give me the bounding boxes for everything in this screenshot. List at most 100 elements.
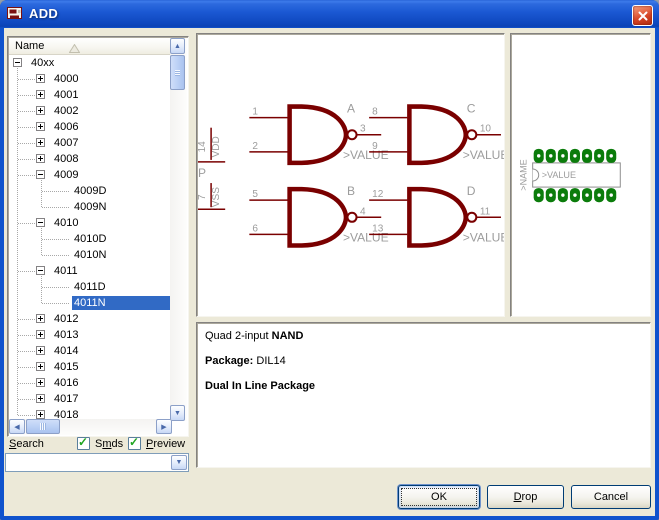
tree-item-4016[interactable]: 4016 bbox=[9, 375, 171, 391]
tree-item-label[interactable]: 4016 bbox=[52, 376, 80, 390]
tree-item-4014[interactable]: 4014 bbox=[9, 343, 171, 359]
horizontal-scrollbar-thumb[interactable] bbox=[26, 419, 60, 434]
tree-item-label[interactable]: 4010 bbox=[52, 216, 80, 230]
tree-item-4011d[interactable]: 4011D bbox=[9, 279, 171, 295]
tree-item-label[interactable]: 4009 bbox=[52, 168, 80, 182]
drop-button[interactable]: Drop bbox=[487, 485, 564, 509]
tree-vertical-scrollbar[interactable]: ▲ ▼ bbox=[170, 38, 187, 421]
tree-item-label[interactable]: 4010N bbox=[72, 248, 108, 262]
tree-item-label[interactable]: 4000 bbox=[52, 72, 80, 86]
tree-item-label[interactable]: 40xx bbox=[29, 56, 56, 70]
tree-item-4000[interactable]: 4000 bbox=[9, 71, 171, 87]
cancel-button[interactable]: Cancel bbox=[571, 485, 651, 509]
tree-toggle-plus[interactable] bbox=[36, 154, 45, 163]
tree-item-label[interactable]: 4015 bbox=[52, 360, 80, 374]
ok-button[interactable]: OK bbox=[398, 485, 480, 509]
scroll-up-button[interactable]: ▲ bbox=[170, 38, 185, 54]
svg-text:A: A bbox=[347, 102, 356, 116]
svg-text:3: 3 bbox=[360, 124, 366, 135]
tree-item-label[interactable]: 4010D bbox=[72, 232, 108, 246]
tree-toggle-plus[interactable] bbox=[36, 138, 45, 147]
tree-item-4010n[interactable]: 4010N bbox=[9, 247, 171, 263]
tree-item-4001[interactable]: 4001 bbox=[9, 87, 171, 103]
svg-text:>VALUE: >VALUE bbox=[542, 170, 576, 180]
preview-checkbox-label[interactable]: Preview bbox=[146, 438, 185, 450]
tree-item-label[interactable]: 4011D bbox=[72, 280, 108, 294]
description-line: Quad 2-input NAND bbox=[205, 330, 642, 355]
tree-item-label[interactable]: 4008 bbox=[52, 152, 80, 166]
tree-toggle-plus[interactable] bbox=[36, 394, 45, 403]
search-input[interactable] bbox=[7, 455, 169, 470]
checkmark-icon: ✓ bbox=[129, 435, 139, 449]
tree-item-40xx[interactable]: 40xx bbox=[9, 55, 171, 71]
svg-text:10: 10 bbox=[480, 124, 492, 135]
close-button[interactable] bbox=[632, 5, 653, 26]
symbol-preview-panel: 1 2 3 A >VALUE 8 9 10 C >VALUE 5 6 4 B bbox=[196, 33, 505, 317]
tree-item-label[interactable]: 4011 bbox=[52, 264, 80, 278]
tree-item-label[interactable]: 4011N bbox=[72, 296, 171, 310]
tree-item-4011[interactable]: 4011 bbox=[9, 263, 171, 279]
tree-toggle-minus[interactable] bbox=[13, 58, 22, 67]
nand-symbol-drawing: 1 2 3 A >VALUE 8 9 10 C >VALUE 5 6 4 B bbox=[197, 34, 504, 316]
scroll-right-button[interactable]: ▶ bbox=[156, 419, 172, 434]
smds-checkbox-label[interactable]: Smds bbox=[95, 438, 123, 450]
tree-item-4012[interactable]: 4012 bbox=[9, 311, 171, 327]
tree-toggle-plus[interactable] bbox=[36, 122, 45, 131]
smds-checkbox[interactable]: ✓ bbox=[77, 437, 90, 450]
preview-checkbox[interactable]: ✓ bbox=[128, 437, 141, 450]
tree-toggle-plus[interactable] bbox=[36, 410, 45, 419]
tree-item-4002[interactable]: 4002 bbox=[9, 103, 171, 119]
tree-toggle-plus[interactable] bbox=[36, 346, 45, 355]
tree-toggle-plus[interactable] bbox=[36, 362, 45, 371]
tree-item-label[interactable]: 4012 bbox=[52, 312, 80, 326]
tree-column-header[interactable]: Name bbox=[9, 38, 171, 55]
tree-item-label[interactable]: 4009D bbox=[72, 184, 108, 198]
tree-item-4015[interactable]: 4015 bbox=[9, 359, 171, 375]
tree-item-4013[interactable]: 4013 bbox=[9, 327, 171, 343]
tree-item-4010d[interactable]: 4010D bbox=[9, 231, 171, 247]
tree-toggle-plus[interactable] bbox=[36, 330, 45, 339]
tree-item-4017[interactable]: 4017 bbox=[9, 391, 171, 407]
tree-item-label[interactable]: 4013 bbox=[52, 328, 80, 342]
tree-item-label[interactable]: 4007 bbox=[52, 136, 80, 150]
tree-toggle-plus[interactable] bbox=[36, 378, 45, 387]
tree-item-4006[interactable]: 4006 bbox=[9, 119, 171, 135]
search-combobox[interactable]: ▼ bbox=[5, 453, 189, 472]
tree-toggle-minus[interactable] bbox=[36, 170, 45, 179]
scroll-left-button[interactable]: ◀ bbox=[9, 419, 25, 434]
tree-item-4011n[interactable]: 4011N bbox=[9, 295, 171, 311]
svg-text:13: 13 bbox=[372, 223, 384, 234]
application-icon bbox=[7, 6, 23, 22]
tree-toggle-minus[interactable] bbox=[36, 266, 45, 275]
nand-gate-d: 12 13 11 D >VALUE bbox=[369, 184, 504, 245]
tree-item-label[interactable]: 4009N bbox=[72, 200, 108, 214]
tree-toggle-plus[interactable] bbox=[36, 106, 45, 115]
tree-toggle-plus[interactable] bbox=[36, 74, 45, 83]
tree-item-label[interactable]: 4002 bbox=[52, 104, 80, 118]
vertical-scrollbar-thumb[interactable] bbox=[170, 55, 185, 90]
nand-gate-a: 1 2 3 A >VALUE bbox=[249, 102, 388, 163]
tree-item-4009[interactable]: 4009 bbox=[9, 167, 171, 183]
tree-item-4009n[interactable]: 4009N bbox=[9, 199, 171, 215]
tree-header-label: Name bbox=[15, 40, 44, 52]
tree-item-label[interactable]: 4006 bbox=[52, 120, 80, 134]
tree-item-4010[interactable]: 4010 bbox=[9, 215, 171, 231]
nand-gate-b: 5 6 4 B >VALUE bbox=[249, 184, 388, 245]
checkmark-icon: ✓ bbox=[78, 435, 88, 449]
library-tree: 40xx 4000 4001 4002 4006 4007 4008 4009 4009D 400… bbox=[9, 55, 171, 421]
add-dialog: ADD Name 40xx 4000 4001 4002 4006 4007 4008 400… bbox=[0, 0, 659, 520]
tree-item-4007[interactable]: 4007 bbox=[9, 135, 171, 151]
tree-item-4009d[interactable]: 4009D bbox=[9, 183, 171, 199]
scroll-down-button[interactable]: ▼ bbox=[170, 405, 185, 421]
combo-dropdown-button[interactable]: ▼ bbox=[171, 455, 187, 470]
description-line: Package: DIL14 bbox=[205, 355, 642, 380]
tree-horizontal-scrollbar[interactable]: ◀ ▶ bbox=[9, 419, 172, 435]
tree-toggle-plus[interactable] bbox=[36, 90, 45, 99]
tree-item-4008[interactable]: 4008 bbox=[9, 151, 171, 167]
tree-item-label[interactable]: 4014 bbox=[52, 344, 80, 358]
tree-item-label[interactable]: 4017 bbox=[52, 392, 80, 406]
titlebar[interactable]: ADD bbox=[0, 0, 659, 28]
tree-toggle-minus[interactable] bbox=[36, 218, 45, 227]
tree-toggle-plus[interactable] bbox=[36, 314, 45, 323]
tree-item-label[interactable]: 4001 bbox=[52, 88, 80, 102]
